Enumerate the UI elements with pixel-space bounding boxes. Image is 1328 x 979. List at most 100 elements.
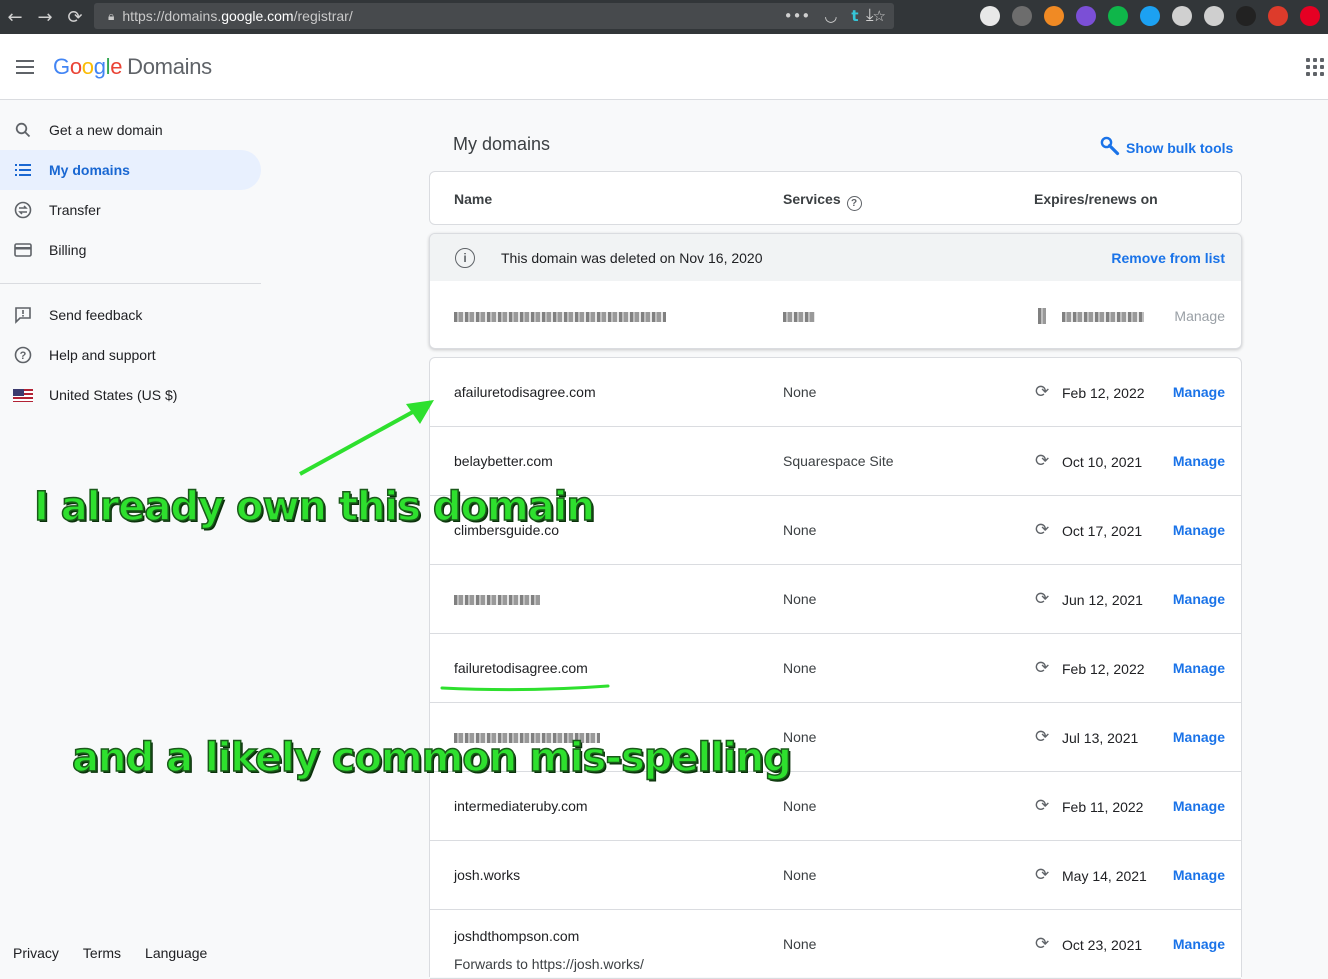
- svg-text:?: ?: [20, 350, 27, 362]
- services-value: None: [783, 384, 817, 400]
- browser-extension-icon[interactable]: [1268, 6, 1288, 26]
- browser-extension-icon[interactable]: [1204, 6, 1224, 26]
- lock-icon: 🔒︎: [108, 8, 115, 23]
- manage-button[interactable]: Manage: [1173, 798, 1225, 814]
- language-link[interactable]: Language: [145, 945, 207, 961]
- credit-card-icon: [13, 240, 33, 260]
- auto-renew-icon: ⟳: [1035, 727, 1050, 747]
- domain-name[interactable]: josh.works: [454, 867, 520, 883]
- sidebar-item-send-feedback[interactable]: Send feedback: [0, 295, 261, 335]
- services-value: None: [783, 867, 817, 883]
- domain-list: afailuretodisagree.com None ⟳ Feb 12, 2022 M…: [429, 357, 1242, 979]
- address-bar[interactable]: 🔒︎ https://domains. google.com/registrar/…: [94, 3, 894, 29]
- download-icon[interactable]: ⤓: [866, 5, 874, 25]
- terms-link[interactable]: Terms: [83, 945, 121, 961]
- expires-date: Jul 13, 2021: [1062, 730, 1139, 746]
- sidebar-item-label: Billing: [49, 242, 87, 258]
- browser-extension-icon[interactable]: [980, 6, 1000, 26]
- column-name[interactable]: Name: [454, 191, 492, 207]
- help-icon[interactable]: ?: [846, 196, 862, 211]
- sidebar-item-help[interactable]: ? Help and support: [0, 335, 261, 375]
- apps-grid-icon[interactable]: [1306, 58, 1324, 76]
- info-icon: i: [455, 248, 475, 268]
- services-value: Squarespace Site: [783, 453, 894, 469]
- manage-button[interactable]: Manage: [1173, 936, 1225, 952]
- manage-button[interactable]: Manage: [1173, 660, 1225, 676]
- auto-renew-icon: ⟳: [1035, 796, 1050, 816]
- sidebar-item-label: United States (US $): [49, 387, 178, 403]
- sidebar-item-label: Get a new domain: [49, 122, 163, 138]
- expires-date: Oct 23, 2021: [1062, 937, 1143, 953]
- main-menu-icon[interactable]: [16, 60, 34, 74]
- tumblr-icon[interactable]: t: [851, 7, 858, 25]
- domain-name[interactable]: failuretodisagree.com: [454, 660, 588, 676]
- bulk-tools-label: Show bulk tools: [1126, 139, 1234, 156]
- us-flag-icon: [13, 385, 33, 405]
- sidebar-item-transfer[interactable]: Transfer: [0, 190, 261, 230]
- table-row[interactable]: afailuretodisagree.com None ⟳ Feb 12, 2022 M…: [430, 358, 1241, 427]
- sidebar-item-country[interactable]: United States (US $): [0, 375, 261, 415]
- services-value: None: [783, 798, 817, 814]
- browser-extension-icon[interactable]: [1236, 6, 1256, 26]
- expires-date: Feb 12, 2022: [1062, 385, 1145, 401]
- sidebar-item-billing[interactable]: Billing: [0, 230, 261, 270]
- browser-extension-icon[interactable]: [1076, 6, 1096, 26]
- expires-date: Feb 12, 2022: [1062, 661, 1145, 677]
- manage-button[interactable]: Manage: [1173, 867, 1225, 883]
- expires-date: Feb 11, 2022: [1062, 799, 1144, 815]
- google-domains-logo[interactable]: Google Domains: [53, 54, 212, 80]
- manage-button[interactable]: Manage: [1173, 453, 1225, 469]
- auto-renew-icon: ⟳: [1035, 658, 1050, 678]
- privacy-link[interactable]: Privacy: [13, 945, 59, 961]
- bookmark-star-icon[interactable]: ☆: [873, 7, 886, 25]
- domain-name[interactable]: intermediateruby.com: [454, 798, 588, 814]
- domain-name[interactable]: joshdthompson.com: [454, 928, 579, 944]
- browser-extension-icon[interactable]: [1044, 6, 1064, 26]
- sidebar-item-my-domains[interactable]: My domains: [0, 150, 261, 190]
- search-icon: [13, 120, 33, 140]
- table-row[interactable]: joshdthompson.com None ⟳ Oct 23, 2021 Manage…: [430, 910, 1241, 979]
- sidebar-divider: [0, 283, 261, 284]
- browser-extension-icon[interactable]: [1012, 6, 1032, 26]
- sidebar-item-get-domain[interactable]: Get a new domain: [0, 110, 261, 150]
- table-row[interactable]: None ⟳ Jun 12, 2021 Manage: [430, 565, 1241, 634]
- deleted-banner: i This domain was deleted on Nov 16, 202…: [430, 234, 1241, 281]
- browser-extension-icon[interactable]: [1108, 6, 1128, 26]
- sidebar-item-label: My domains: [49, 162, 130, 178]
- redacted-expires: [1062, 312, 1144, 322]
- app-header: Google Domains: [0, 34, 1328, 100]
- pocket-icon[interactable]: ◡: [824, 7, 837, 25]
- deleted-domain-card: i This domain was deleted on Nov 16, 202…: [429, 233, 1242, 349]
- auto-renew-icon: ⟳: [1035, 934, 1050, 954]
- manage-button[interactable]: Manage: [1173, 591, 1225, 607]
- browser-extension-icon[interactable]: [1172, 6, 1192, 26]
- column-services: Services?: [783, 191, 862, 211]
- auto-renew-icon: ⟳: [1035, 865, 1050, 885]
- page-actions-icon[interactable]: •••: [784, 7, 811, 25]
- domain-name[interactable]: belaybetter.com: [454, 453, 553, 469]
- manage-button[interactable]: Manage: [1173, 729, 1225, 745]
- back-icon[interactable]: ←: [0, 7, 30, 28]
- table-row[interactable]: josh.works None ⟳ May 14, 2021 Manage: [430, 841, 1241, 910]
- column-expires[interactable]: Expires/renews on: [1034, 191, 1158, 207]
- auto-renew-icon: ⟳: [1035, 589, 1050, 609]
- table-row[interactable]: intermediateruby.com None ⟳ Feb 11, 2022 Man…: [430, 772, 1241, 841]
- wrench-icon: [1100, 136, 1120, 159]
- url-prefix: https://domains.: [122, 8, 222, 24]
- manage-button[interactable]: Manage: [1173, 384, 1225, 400]
- show-bulk-tools-button[interactable]: Show bulk tools: [1100, 136, 1233, 159]
- browser-extension-icon[interactable]: [1140, 6, 1160, 26]
- manage-button[interactable]: Manage: [1173, 522, 1225, 538]
- manage-button-disabled: Manage: [1174, 308, 1225, 324]
- services-value: None: [783, 660, 817, 676]
- forward-icon[interactable]: →: [30, 7, 60, 28]
- domain-name[interactable]: afailuretodisagree.com: [454, 384, 596, 400]
- reload-icon[interactable]: ⟳: [60, 7, 90, 28]
- sidebar-item-label: Transfer: [49, 202, 101, 218]
- table-header: Name Services? Expires/renews on: [429, 171, 1242, 225]
- browser-extension-icon[interactable]: [1300, 6, 1320, 26]
- remove-from-list-button[interactable]: Remove from list: [1111, 250, 1225, 266]
- annotation-misspelling: and a likely common mis-spelling: [71, 734, 792, 782]
- expires-date: Jun 12, 2021: [1062, 592, 1143, 608]
- annotation-arrow: [299, 400, 434, 476]
